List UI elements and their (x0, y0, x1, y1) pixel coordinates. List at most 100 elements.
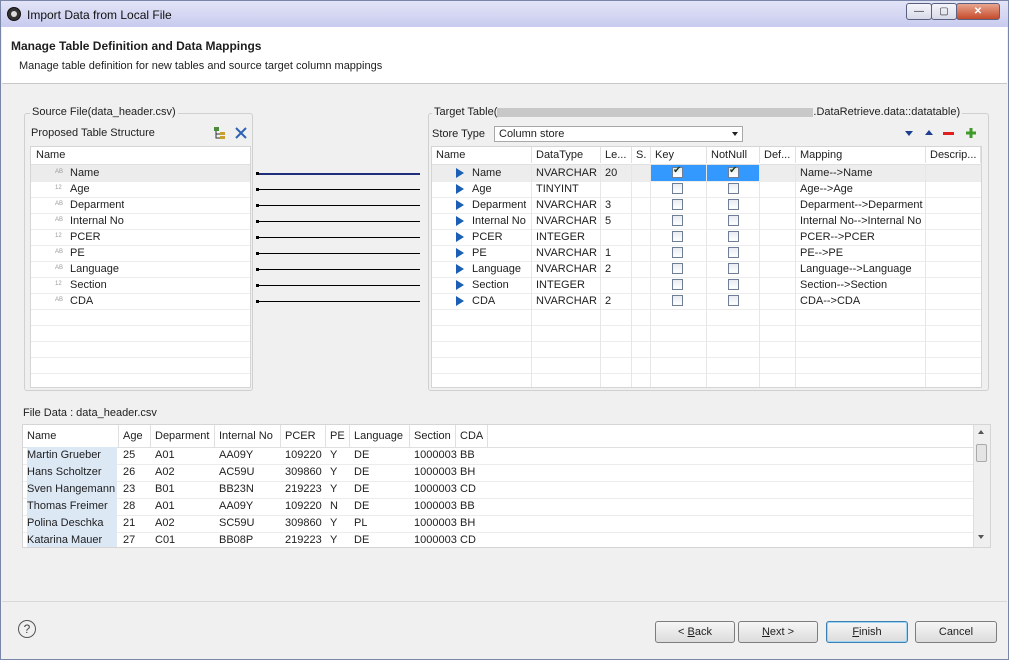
target-col-mapping[interactable]: Age-->Age (800, 181, 926, 197)
back-button[interactable]: < Back (655, 621, 735, 643)
notnull-cell[interactable] (707, 245, 760, 261)
file-col-header[interactable]: Deparment (151, 425, 215, 447)
key-checkbox[interactable] (672, 183, 683, 194)
notnull-cell[interactable] (707, 197, 760, 213)
close-button[interactable]: ✕ (956, 3, 1000, 20)
scroll-up-icon[interactable] (978, 430, 984, 434)
target-col-name[interactable]: Deparment (472, 197, 526, 213)
file-data-row[interactable]: Sven Hangemann 23 B01 BB23N 219223 Y DE 1000003… (23, 481, 973, 499)
vertical-scrollbar[interactable] (973, 425, 990, 547)
help-icon[interactable]: ? (18, 620, 36, 638)
notnull-checkbox[interactable] (728, 247, 739, 258)
file-data-row[interactable]: Katarina Mauer 27 C01 BB08P 219223 Y DE 1000003… (23, 532, 973, 547)
notnull-cell[interactable] (707, 165, 760, 181)
target-col-header[interactable]: NotNull (707, 147, 760, 163)
target-col-name[interactable]: Internal No (472, 213, 526, 229)
key-cell[interactable] (651, 197, 707, 213)
target-col-length[interactable]: 1 (605, 245, 611, 261)
target-col-name[interactable]: Name (472, 165, 501, 181)
target-col-datatype[interactable]: NVARCHAR (536, 245, 597, 261)
key-checkbox[interactable] (672, 215, 683, 226)
target-col-header[interactable]: Name (432, 147, 532, 163)
file-col-header[interactable]: Age (119, 425, 151, 447)
notnull-checkbox[interactable] (728, 199, 739, 210)
file-col-header[interactable]: PCER (281, 425, 326, 447)
notnull-cell[interactable] (707, 261, 760, 277)
key-checkbox[interactable] (672, 263, 683, 274)
notnull-checkbox[interactable] (728, 279, 739, 290)
target-col-mapping[interactable]: Deparment-->Deparment (800, 197, 926, 213)
source-field-row[interactable]: AB Internal No (31, 213, 250, 230)
target-col-datatype[interactable]: NVARCHAR (536, 165, 597, 181)
notnull-cell[interactable] (707, 293, 760, 309)
file-col-header[interactable]: PE (326, 425, 350, 447)
file-col-header[interactable]: CDA (456, 425, 488, 447)
notnull-checkbox[interactable] (728, 215, 739, 226)
target-col-length[interactable]: 5 (605, 213, 611, 229)
maximize-button[interactable]: ▢ (931, 3, 957, 20)
target-col-name[interactable]: PCER (472, 229, 503, 245)
delete-column-icon[interactable] (943, 132, 954, 135)
target-col-datatype[interactable]: NVARCHAR (536, 261, 597, 277)
target-col-mapping[interactable]: CDA-->CDA (800, 293, 926, 309)
target-col-header[interactable]: DataType (532, 147, 601, 163)
cancel-button[interactable]: Cancel (915, 621, 997, 643)
key-cell[interactable] (651, 245, 707, 261)
key-checkbox[interactable] (672, 231, 683, 242)
notnull-cell[interactable] (707, 229, 760, 245)
file-col-header[interactable]: Language (350, 425, 410, 447)
target-col-header[interactable]: Mapping (796, 147, 926, 163)
file-col-header[interactable]: Internal No (215, 425, 281, 447)
source-field-row[interactable]: 12 Section (31, 277, 250, 294)
key-cell[interactable] (651, 293, 707, 309)
notnull-checkbox[interactable] (728, 231, 739, 242)
target-col-header[interactable]: Le... (601, 147, 632, 163)
notnull-checkbox[interactable] (728, 263, 739, 274)
key-cell[interactable] (651, 229, 707, 245)
key-cell[interactable] (651, 181, 707, 197)
scroll-down-icon[interactable] (978, 535, 984, 539)
target-col-datatype[interactable]: INTEGER (536, 277, 585, 293)
notnull-cell[interactable] (707, 181, 760, 197)
move-down-icon[interactable] (905, 131, 913, 136)
source-field-row[interactable]: 12 Age (31, 181, 250, 198)
file-data-row[interactable]: Polina Deschka 21 A02 SC59U 309860 Y PL 1000003… (23, 515, 973, 533)
key-checkbox[interactable] (672, 199, 683, 210)
target-col-name[interactable]: Section (472, 277, 509, 293)
add-column-icon[interactable] (965, 127, 977, 139)
target-col-length[interactable]: 2 (605, 261, 611, 277)
target-col-name[interactable]: CDA (472, 293, 495, 309)
notnull-checkbox[interactable] (728, 295, 739, 306)
file-data-row[interactable]: Martin Grueber 25 A01 AA09Y 109220 Y DE 1000003… (23, 447, 973, 465)
target-col-datatype[interactable]: NVARCHAR (536, 213, 597, 229)
file-col-header[interactable]: Section (410, 425, 456, 447)
target-col-length[interactable]: 3 (605, 197, 611, 213)
target-col-mapping[interactable]: Internal No-->Internal No (800, 213, 926, 229)
target-col-name[interactable]: Age (472, 181, 492, 197)
target-col-mapping[interactable]: PE-->PE (800, 245, 926, 261)
key-checkbox[interactable] (672, 279, 683, 290)
remove-icon[interactable] (234, 126, 248, 140)
minimize-button[interactable]: — (906, 3, 932, 20)
file-col-header[interactable]: Name (23, 425, 119, 447)
file-data-row[interactable]: Thomas Freimer 28 A01 AA09Y 109220 N DE 1000003… (23, 498, 973, 516)
target-col-datatype[interactable]: NVARCHAR (536, 197, 597, 213)
scroll-thumb[interactable] (976, 444, 987, 462)
tree-structure-icon[interactable] (213, 126, 227, 140)
notnull-cell[interactable] (707, 213, 760, 229)
target-col-length[interactable]: 20 (605, 165, 617, 181)
target-col-header[interactable]: S. (632, 147, 651, 163)
store-type-select[interactable]: Column store (494, 126, 743, 142)
key-cell[interactable] (651, 165, 707, 181)
target-col-header[interactable]: Def... (760, 147, 796, 163)
source-field-row[interactable]: AB PE (31, 245, 250, 262)
target-col-datatype[interactable]: NVARCHAR (536, 293, 597, 309)
target-col-datatype[interactable]: INTEGER (536, 229, 585, 245)
target-col-length[interactable]: 2 (605, 293, 611, 309)
target-col-mapping[interactable]: Name-->Name (800, 165, 926, 181)
target-col-name[interactable]: PE (472, 245, 487, 261)
finish-button[interactable]: Finish (826, 621, 908, 643)
key-cell[interactable] (651, 213, 707, 229)
key-cell[interactable] (651, 277, 707, 293)
next-button[interactable]: Next > (738, 621, 818, 643)
